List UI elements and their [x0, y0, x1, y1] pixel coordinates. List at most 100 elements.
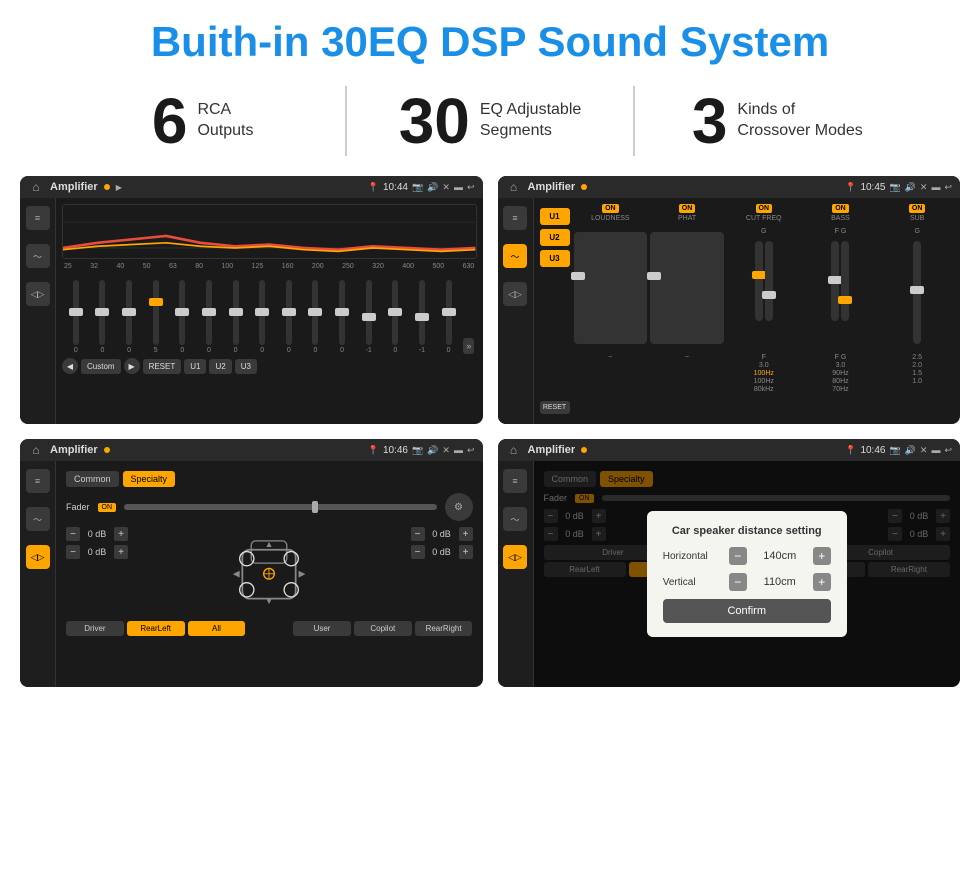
settings-btn[interactable]: ⚙: [445, 493, 473, 521]
eq-u2-btn[interactable]: U2: [209, 359, 231, 374]
sub-slider-wrap[interactable]: G: [880, 228, 954, 348]
back-icon-1: ↩: [467, 182, 475, 193]
home-icon-3[interactable]: ⌂: [28, 442, 44, 458]
fr-plus-btn[interactable]: +: [459, 527, 473, 541]
eq-slider-9[interactable]: 0: [277, 280, 301, 354]
fader-on-btn[interactable]: ON: [98, 503, 117, 512]
dialog-vertical-row: Vertical − 110cm +: [663, 573, 831, 591]
sidebar-vol-btn-2[interactable]: ◁▷: [503, 282, 527, 306]
sidebar-vol-btn[interactable]: ◁▷: [26, 282, 50, 306]
sidebar-wave-btn-2[interactable]: 〜: [503, 244, 527, 268]
speaker-controls-left: − 0 dB + − 0 dB +: [66, 527, 128, 617]
dialog-vertical-label: Vertical: [663, 577, 723, 588]
eq-slider-4[interactable]: 5: [144, 280, 168, 354]
eq-u1-btn[interactable]: U1: [184, 359, 206, 374]
vertical-minus-btn[interactable]: −: [729, 573, 747, 591]
rr-db-value: 0 dB: [428, 547, 456, 557]
driver-btn[interactable]: Driver: [66, 621, 124, 636]
user-btn[interactable]: User: [293, 621, 351, 636]
preset-u3[interactable]: U3: [540, 250, 570, 267]
rearright-btn[interactable]: RearRight: [415, 621, 473, 636]
home-icon-4[interactable]: ⌂: [506, 442, 522, 458]
eq-slider-11[interactable]: 0: [330, 280, 354, 354]
topbar-1: ⌂ Amplifier ▶ 📍 10:44 📷 🔊 ✕ ▬ ↩: [20, 176, 483, 198]
page-title: Buith-in 30EQ DSP Sound System: [0, 0, 980, 76]
sidebar-wave-btn-3[interactable]: 〜: [26, 507, 50, 531]
sidebar-vol-btn-4[interactable]: ◁▷: [503, 545, 527, 569]
eq-slider-8[interactable]: 0: [250, 280, 274, 354]
sidebar-eq-btn[interactable]: ≡: [26, 206, 50, 230]
eq-slider-15[interactable]: 0: [437, 280, 461, 354]
phat-slider-wrap[interactable]: [650, 228, 724, 348]
eq-slider-3[interactable]: 0: [117, 280, 141, 354]
sidebar-vol-btn-3[interactable]: ◁▷: [26, 545, 50, 569]
rearleft-btn[interactable]: RearLeft: [127, 621, 185, 636]
topbar-icons-2: 📍 10:45 📷 🔊 ✕ ▬ ↩: [845, 182, 952, 193]
sidebar-eq-btn-4[interactable]: ≡: [503, 469, 527, 493]
eq-slider-5[interactable]: 0: [171, 280, 195, 354]
eq-slider-7[interactable]: 0: [224, 280, 248, 354]
channels-area: ON LOUDNESS ON PHAT ON CUT FREQ: [574, 204, 955, 418]
horizontal-minus-btn[interactable]: −: [729, 547, 747, 565]
cutfreq-slider-wrap[interactable]: G: [727, 228, 801, 348]
phat-on[interactable]: ON: [679, 204, 696, 213]
loudness-on[interactable]: ON: [602, 204, 619, 213]
car-diagram: ▲ ▼ ◀ ▶: [136, 527, 403, 617]
sp-tab-common[interactable]: Common: [66, 471, 119, 487]
db-row-rr: − 0 dB +: [411, 545, 473, 559]
rl-minus-btn[interactable]: −: [66, 545, 80, 559]
location-icon-1: 📍: [368, 182, 379, 193]
sp-tab-specialty[interactable]: Specialty: [123, 471, 176, 487]
eq-slider-12[interactable]: -1: [357, 280, 381, 354]
eq-slider-6[interactable]: 0: [197, 280, 221, 354]
rr-minus-btn[interactable]: −: [411, 545, 425, 559]
svg-text:▲: ▲: [265, 539, 274, 549]
sidebar-eq-btn-2[interactable]: ≡: [503, 206, 527, 230]
eq-slider-14[interactable]: -1: [410, 280, 434, 354]
rl-plus-btn[interactable]: +: [114, 545, 128, 559]
eq-slider-2[interactable]: 0: [91, 280, 115, 354]
eq-graph: [62, 204, 477, 259]
eq-next-btn[interactable]: ▶: [124, 358, 140, 374]
confirm-button[interactable]: Confirm: [663, 599, 831, 623]
sidebar-wave-btn-4[interactable]: 〜: [503, 507, 527, 531]
bass-on[interactable]: ON: [832, 204, 849, 213]
speaker-layout: Common Specialty Fader ON ⚙: [62, 467, 477, 640]
eq-slider-1[interactable]: 0: [64, 280, 88, 354]
camera-icon-3: 📷: [412, 445, 423, 456]
sidebar-wave-btn[interactable]: 〜: [26, 244, 50, 268]
home-icon[interactable]: ⌂: [28, 179, 44, 195]
all-btn[interactable]: All: [188, 621, 246, 636]
preset-u2[interactable]: U2: [540, 229, 570, 246]
fl-minus-btn[interactable]: −: [66, 527, 80, 541]
eq-u3-btn[interactable]: U3: [235, 359, 257, 374]
loudness-slider-wrap[interactable]: [574, 228, 648, 348]
horizontal-plus-btn[interactable]: +: [813, 547, 831, 565]
fader-slider[interactable]: [124, 504, 436, 510]
topbar-title-4: Amplifier: [528, 444, 576, 456]
topbar-title-3: Amplifier: [50, 444, 98, 456]
fl-plus-btn[interactable]: +: [114, 527, 128, 541]
eq-reset-btn[interactable]: RESET: [143, 359, 182, 374]
rl-db-value: 0 dB: [83, 547, 111, 557]
copilot-btn[interactable]: Copilot: [354, 621, 412, 636]
sidebar-eq-btn-3[interactable]: ≡: [26, 469, 50, 493]
eq-freq-labels: 25 32 40 50 63 80 100 125 160 200 250 32…: [62, 263, 477, 270]
eq-main: 25 32 40 50 63 80 100 125 160 200 250 32…: [56, 198, 483, 424]
screen-body-2: ≡ 〜 ◁▷ U1 U2 U3 RESET: [498, 198, 961, 424]
rr-plus-btn[interactable]: +: [459, 545, 473, 559]
home-icon-2[interactable]: ⌂: [506, 179, 522, 195]
sidebar-3: ≡ 〜 ◁▷: [20, 461, 56, 687]
eq-slider-10[interactable]: 0: [304, 280, 328, 354]
bass-slider-wrap[interactable]: F G: [804, 228, 878, 348]
eq-prev-btn[interactable]: ◀: [62, 358, 78, 374]
volume-icon-4: 🔊: [905, 445, 916, 456]
vertical-plus-btn[interactable]: +: [813, 573, 831, 591]
eq-custom-btn[interactable]: Custom: [81, 359, 121, 374]
preset-u1[interactable]: U1: [540, 208, 570, 225]
fr-minus-btn[interactable]: −: [411, 527, 425, 541]
cutfreq-on[interactable]: ON: [756, 204, 773, 213]
amp2-reset-btn[interactable]: RESET: [540, 401, 570, 414]
sub-on[interactable]: ON: [909, 204, 926, 213]
eq-slider-13[interactable]: 0: [384, 280, 408, 354]
